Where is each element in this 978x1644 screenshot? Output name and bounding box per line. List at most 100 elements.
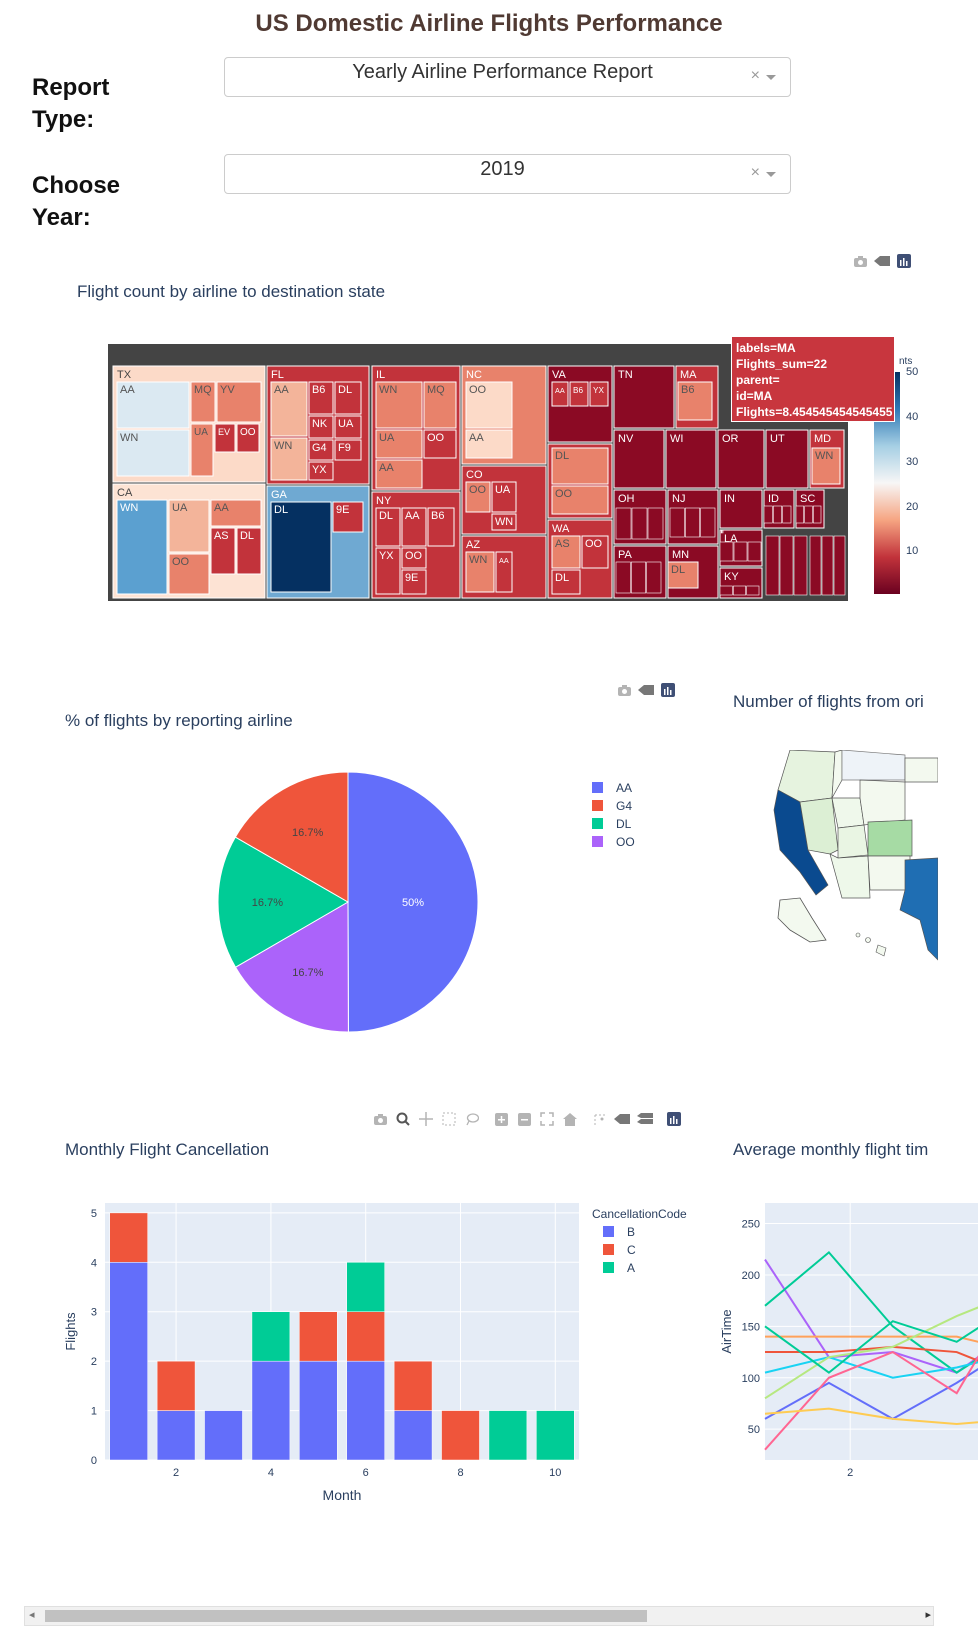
treemap-airline-tile[interactable] bbox=[733, 541, 748, 562]
line-plot-area[interactable] bbox=[765, 1203, 978, 1460]
bar-segment-b[interactable] bbox=[251, 1360, 291, 1461]
treemap-airline-tile[interactable] bbox=[765, 535, 780, 596]
report-type-clear-icon[interactable]: × bbox=[751, 67, 760, 85]
bar-segment-a[interactable] bbox=[536, 1410, 575, 1461]
bar-legend-swatch[interactable] bbox=[603, 1262, 614, 1273]
treemap-airline-tile[interactable] bbox=[700, 507, 716, 538]
treemap-airline-tile[interactable] bbox=[669, 507, 685, 538]
year-chevron-down-icon[interactable] bbox=[766, 172, 776, 177]
lasso-select-icon[interactable] bbox=[464, 1111, 480, 1127]
bar-legend-label[interactable]: B bbox=[627, 1225, 635, 1239]
pie-legend-label[interactable]: G4 bbox=[616, 799, 632, 813]
plotly-logo-icon[interactable] bbox=[896, 253, 912, 269]
scrollbar-thumb[interactable] bbox=[45, 1610, 647, 1622]
camera-icon[interactable] bbox=[372, 1111, 388, 1127]
treemap-airline-tile[interactable] bbox=[647, 507, 664, 540]
treemap-airline-tile[interactable] bbox=[773, 505, 782, 524]
pie-legend-label[interactable]: DL bbox=[616, 817, 632, 831]
map-state[interactable] bbox=[831, 797, 865, 829]
pie-legend-swatch[interactable] bbox=[592, 782, 603, 793]
bar-legend-label[interactable]: C bbox=[627, 1243, 636, 1257]
scroll-left-icon[interactable]: ◂ bbox=[29, 1608, 35, 1621]
pie-legend-swatch[interactable] bbox=[592, 836, 603, 847]
treemap-airline-tile[interactable] bbox=[804, 505, 813, 524]
bar-legend-label[interactable]: A bbox=[627, 1261, 635, 1275]
treemap-airline-tile[interactable] bbox=[631, 561, 646, 594]
treemap-airline-tile[interactable] bbox=[615, 507, 632, 540]
treemap-airline-tile[interactable] bbox=[685, 507, 700, 538]
hover-compare-icon[interactable] bbox=[637, 1111, 653, 1127]
map-state[interactable] bbox=[837, 824, 869, 859]
treemap-airline-tile[interactable] bbox=[833, 535, 846, 596]
bar-segment-c[interactable] bbox=[299, 1311, 338, 1362]
treemap-airline-tile[interactable] bbox=[809, 535, 822, 596]
map-state[interactable] bbox=[904, 757, 938, 783]
treemap-airline-tile[interactable] bbox=[615, 561, 631, 594]
bar-segment-c[interactable] bbox=[393, 1360, 433, 1411]
treemap-airline-tile[interactable] bbox=[116, 499, 168, 595]
pie-legend-label[interactable]: OO bbox=[616, 835, 635, 849]
home-icon[interactable] bbox=[562, 1111, 578, 1127]
bar-legend-swatch[interactable] bbox=[603, 1226, 614, 1237]
choropleth-map[interactable] bbox=[760, 750, 938, 965]
bar-segment-c[interactable] bbox=[156, 1360, 196, 1411]
pan-icon[interactable] bbox=[418, 1111, 434, 1127]
camera-icon[interactable] bbox=[852, 253, 868, 269]
line-chart[interactable]: 2502001501005024AirTime bbox=[715, 1195, 978, 1485]
zoom-in-icon[interactable] bbox=[493, 1111, 509, 1127]
treemap-airline-tile[interactable] bbox=[795, 505, 804, 524]
pie-legend-swatch[interactable] bbox=[592, 818, 603, 829]
zoom-out-icon[interactable] bbox=[516, 1111, 532, 1127]
treemap-airline-tile[interactable] bbox=[779, 535, 794, 596]
bar-segment-b[interactable] bbox=[156, 1410, 196, 1461]
treemap-airline-tile[interactable] bbox=[719, 585, 733, 596]
treemap-airline-tile[interactable] bbox=[782, 505, 792, 524]
horizontal-scrollbar[interactable]: ◂ ▸ bbox=[24, 1606, 934, 1626]
pie-chart[interactable]: 50% 16.7% 16.7% 16.7% AA G4 DL OO bbox=[200, 760, 660, 1050]
spike-lines-icon[interactable] bbox=[591, 1111, 607, 1127]
bar-segment-b[interactable] bbox=[109, 1262, 148, 1461]
map-state[interactable] bbox=[859, 779, 906, 826]
treemap-airline-tile[interactable] bbox=[763, 505, 773, 524]
map-state[interactable] bbox=[829, 853, 871, 899]
map-state[interactable] bbox=[867, 819, 913, 857]
treemap-airline-tile[interactable] bbox=[747, 541, 762, 562]
pie-legend-swatch[interactable] bbox=[592, 800, 603, 811]
report-type-dropdown[interactable]: Yearly Airline Performance Report × bbox=[224, 57, 791, 97]
scroll-right-icon[interactable]: ▸ bbox=[925, 1608, 931, 1621]
bar-segment-a[interactable] bbox=[251, 1311, 291, 1362]
treemap-airline-tile[interactable] bbox=[719, 541, 734, 562]
zoom-icon[interactable] bbox=[395, 1111, 411, 1127]
bar-segment-b[interactable] bbox=[204, 1410, 243, 1461]
treemap-airline-tile[interactable] bbox=[733, 585, 746, 596]
bar-legend-swatch[interactable] bbox=[603, 1244, 614, 1255]
map-state[interactable] bbox=[899, 857, 938, 961]
plotly-logo-icon[interactable] bbox=[666, 1111, 682, 1127]
treemap-airline-tile[interactable] bbox=[813, 505, 822, 524]
treemap-airline-tile[interactable] bbox=[631, 507, 648, 540]
map-state[interactable] bbox=[867, 855, 911, 891]
bar-segment-a[interactable] bbox=[346, 1262, 385, 1312]
bar-segment-b[interactable] bbox=[346, 1360, 385, 1461]
report-type-chevron-down-icon[interactable] bbox=[766, 75, 776, 80]
toggle-hover-icon[interactable] bbox=[638, 682, 654, 698]
map-state-alaska[interactable] bbox=[777, 897, 827, 943]
treemap-airline-tile[interactable] bbox=[821, 535, 834, 596]
bar-segment-c[interactable] bbox=[441, 1410, 480, 1461]
treemap-airline-tile[interactable] bbox=[646, 561, 662, 594]
toggle-hover-icon[interactable] bbox=[874, 253, 890, 269]
map-state[interactable] bbox=[777, 750, 836, 803]
bar-segment-a[interactable] bbox=[488, 1410, 528, 1461]
year-dropdown[interactable]: 2019 × bbox=[224, 154, 791, 194]
plotly-logo-icon[interactable] bbox=[660, 682, 676, 698]
hover-closest-icon[interactable] bbox=[614, 1111, 630, 1127]
pie-legend-label[interactable]: AA bbox=[616, 781, 632, 795]
autoscale-icon[interactable] bbox=[539, 1111, 555, 1127]
box-select-icon[interactable] bbox=[441, 1111, 457, 1127]
bar-segment-b[interactable] bbox=[393, 1410, 433, 1461]
bar-segment-b[interactable] bbox=[299, 1360, 338, 1461]
bar-chart[interactable]: 0 1 2 3 4 5 2 4 6 8 10 Month Flights CancellationCod… bbox=[55, 1195, 705, 1515]
camera-icon[interactable] bbox=[616, 682, 632, 698]
map-state[interactable] bbox=[841, 750, 906, 781]
year-clear-icon[interactable]: × bbox=[751, 164, 760, 182]
